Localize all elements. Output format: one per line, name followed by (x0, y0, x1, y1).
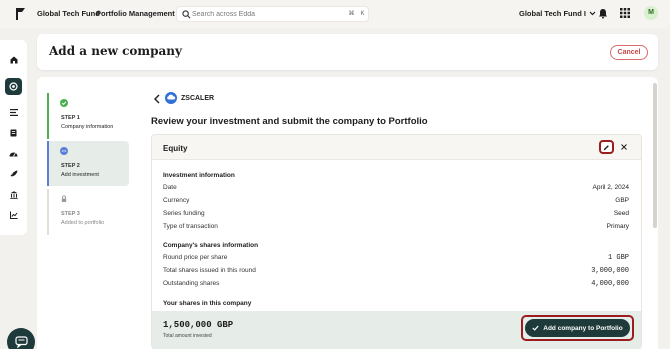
remove-investment-button[interactable] (620, 142, 628, 152)
gauge-icon (9, 152, 18, 157)
nav-home[interactable] (5, 51, 22, 68)
check-icon (532, 325, 539, 331)
step-added-to-portfolio: STEP 3 Added to portfolio (47, 189, 129, 235)
series-funding-value: Seed (613, 210, 629, 217)
search-input[interactable] (192, 9, 332, 20)
step-title: Added to portfolio (61, 220, 105, 226)
fund-selector-label: Global Tech Fund I (519, 9, 586, 18)
search-bar[interactable]: ⌘ K (176, 6, 369, 22)
bell-icon[interactable] (598, 8, 608, 19)
add-company-to-portfolio-button[interactable]: Add company to Portfolio (525, 319, 630, 337)
fund-name: Global Tech Fund (37, 9, 100, 18)
cloud-icon (167, 94, 176, 100)
rocket-icon (10, 170, 17, 176)
document-icon (10, 129, 17, 136)
target-icon (9, 82, 18, 91)
step-number: STEP 3 (61, 211, 80, 217)
fund-selector[interactable]: Global Tech Fund I (519, 9, 596, 18)
company-logo (165, 92, 177, 104)
date-value: April 2, 2024 (592, 184, 630, 191)
date-label: Date (163, 184, 177, 191)
app-logo-icon[interactable] (15, 7, 27, 21)
chevron-down-icon (589, 11, 596, 16)
top-bar: Global Tech Fund Portfolio Management ⌘ … (0, 0, 670, 28)
nav-dashboard[interactable] (5, 145, 22, 162)
check-circle-icon (60, 99, 68, 107)
bank-icon (9, 190, 18, 199)
page-section-title[interactable]: Portfolio Management (96, 9, 175, 18)
total-invested-bar: 1,500,000 GBP Total amount invested Add … (152, 311, 641, 349)
total-shares-label: Total shares issued in this round (163, 267, 256, 274)
user-avatar[interactable]: M (644, 6, 658, 20)
nav-list[interactable] (5, 104, 22, 121)
currency-label: Currency (163, 197, 190, 204)
price-per-share-value: 1 GBP (607, 254, 629, 262)
company-name: ZSCALER (181, 95, 215, 102)
investment-info-heading: Investment information (163, 172, 235, 179)
in-progress-icon (60, 147, 68, 155)
apps-grid-icon[interactable] (620, 8, 630, 18)
nav-analytics[interactable] (5, 206, 22, 223)
price-per-share-label: Round price per share (163, 254, 228, 261)
cancel-button[interactable]: Cancel (610, 45, 648, 60)
equity-card-header: Equity (152, 135, 641, 160)
home-icon (10, 56, 17, 63)
step-company-information[interactable]: STEP 1 Company information (47, 93, 129, 139)
nav-funds[interactable] (5, 186, 22, 203)
chat-support-button[interactable] (7, 328, 35, 349)
series-funding-label: Series funding (163, 210, 205, 217)
equity-card: Equity Investment information Date April… (151, 134, 642, 349)
lock-icon (61, 195, 67, 202)
add-company-label: Add company to Portfolio (543, 324, 623, 332)
currency-value: GBP (615, 197, 629, 204)
outstanding-shares-value: 4,000,000 (591, 280, 629, 288)
transaction-type-value: Primary (606, 223, 629, 230)
total-shares-value: 3,000,000 (591, 267, 629, 275)
total-amount: 1,500,000 GBP (163, 320, 234, 330)
review-heading: Review your investment and submit the co… (151, 116, 428, 127)
nav-deals[interactable] (5, 165, 22, 182)
outstanding-shares-label: Outstanding shares (163, 280, 220, 287)
chat-icon (14, 336, 28, 348)
step-title: Company information (61, 124, 114, 130)
submit-highlight: Add company to Portfolio (521, 315, 634, 341)
step-title: Add investment (61, 172, 99, 178)
page-title: Add a new company (49, 44, 182, 58)
left-nav-rail (0, 40, 27, 235)
edit-investment-button[interactable] (599, 140, 614, 154)
shares-info-heading: Company's shares information (163, 242, 259, 249)
nav-documents[interactable] (5, 124, 22, 141)
page-header: Add a new company Cancel (37, 34, 658, 70)
transaction-type-label: Type of transaction (163, 223, 218, 230)
step-number: STEP 1 (61, 115, 80, 121)
page-scrollbar[interactable] (653, 83, 657, 228)
nav-portfolio[interactable] (5, 78, 22, 95)
list-icon (9, 109, 18, 116)
search-icon (182, 10, 191, 19)
wizard-content: STEP 1 Company information STEP 2 Add in… (37, 77, 658, 349)
shortcut-k-key: K (360, 11, 365, 17)
shortcut-cmd-key: ⌘ (348, 11, 355, 17)
close-icon (621, 144, 627, 150)
line-chart-icon (9, 211, 17, 219)
your-shares-heading: Your shares in this company (163, 300, 252, 307)
step-number: STEP 2 (61, 163, 80, 169)
equity-title: Equity (163, 144, 188, 153)
total-amount-caption: Total amount invested (163, 333, 212, 339)
back-chevron-icon[interactable] (153, 94, 161, 104)
pencil-icon (603, 144, 609, 150)
step-add-investment[interactable]: STEP 2 Add investment (47, 141, 129, 186)
